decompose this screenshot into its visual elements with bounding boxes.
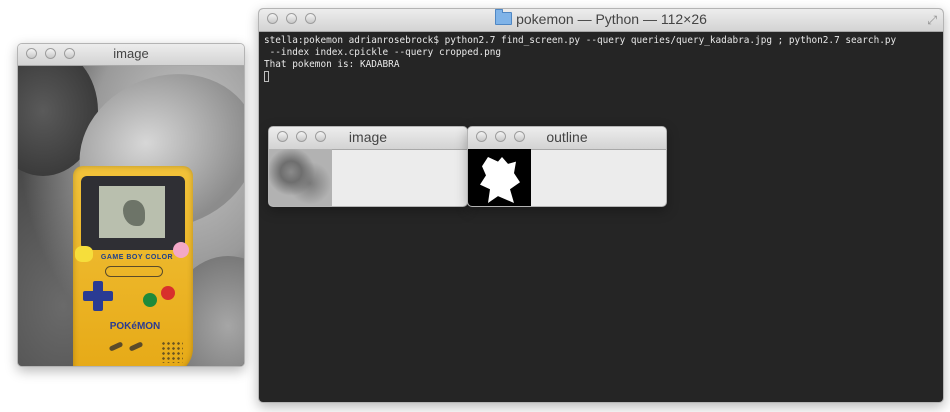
title-bar[interactable]: image — [18, 44, 244, 66]
terminal-line: stella:pokemon adrianrosebrock$ python2.… — [264, 35, 897, 46]
image-window: image GAME BOY COLOR POKéMON — [17, 43, 245, 367]
outline-window: outline — [467, 126, 667, 207]
game-boy-photo: GAME BOY COLOR POKéMON — [18, 66, 244, 366]
folder-icon — [495, 9, 513, 25]
terminal-window: pokemon — Python — 112×26 ⤢ stella:pokem… — [258, 8, 944, 403]
terminal-output[interactable]: stella:pokemon adrianrosebrock$ python2.… — [264, 35, 938, 84]
window-title: image — [348, 129, 388, 145]
query-image-window: image — [268, 126, 468, 207]
game-boy-logo: GAME BOY COLOR — [100, 254, 174, 261]
pokemon-logo: POKéMON — [109, 321, 161, 332]
terminal-title-bar[interactable]: pokemon — Python — 112×26 ⤢ — [259, 9, 943, 32]
kadabra-outline — [480, 157, 520, 203]
title-bar[interactable]: outline — [468, 127, 666, 150]
title-bar[interactable]: image — [269, 127, 467, 150]
text-cursor — [264, 71, 269, 82]
terminal-line: That pokemon is: KADABRA — [264, 59, 400, 70]
window-title: image — [113, 46, 149, 61]
game-boy-color: GAME BOY COLOR POKéMON — [73, 166, 193, 366]
cropped-screen-image — [269, 149, 332, 206]
fullscreen-icon[interactable]: ⤢ — [927, 13, 937, 28]
game-boy-screen — [99, 186, 165, 238]
terminal-line: --index index.cpickle --query cropped.pn… — [264, 47, 502, 58]
window-title: outline — [546, 129, 588, 145]
outline-image — [468, 149, 531, 206]
terminal-title: pokemon — Python — 112×26 — [516, 11, 707, 27]
